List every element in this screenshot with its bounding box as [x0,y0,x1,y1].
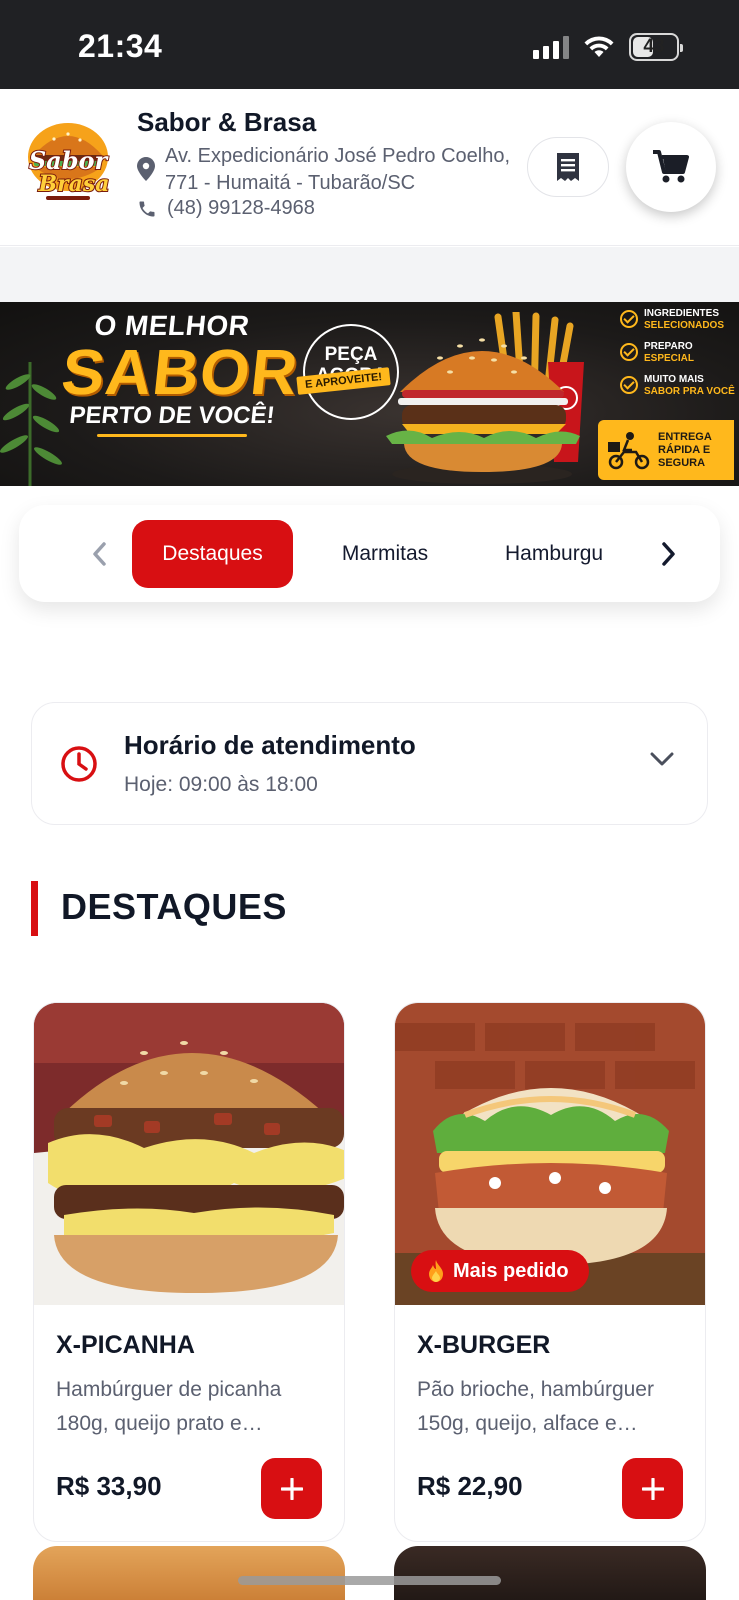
product-card[interactable]: X-PICANHA Hambúrguer de picanha 180g, qu… [33,1002,345,1542]
wifi-icon [584,36,614,57]
store-phone: (48) 99128-4968 [167,197,315,219]
feature-label: INGREDIENTES [644,308,720,319]
product-price: R$ 33,90 [56,1471,162,1501]
section-accent-bar [31,881,38,936]
fire-icon [429,1260,443,1282]
cart-button[interactable] [626,122,716,212]
category-tabs: Destaques Marmitas Hamburgu [19,505,720,602]
tabs-prev-button[interactable] [83,538,115,570]
cellular-signal-icon [533,35,569,59]
promo-banner[interactable]: O MELHOR SABOR PERTO DE VOCÊ! PEÇA AGORA… [0,302,739,486]
banner-feature: PREPARO ESPECIAL [620,341,738,365]
burger-image [386,312,584,484]
hours-today: Hoje: 09:00 às 18:00 [124,773,318,796]
banner-feature: INGREDIENTES SELECIONADOS [620,308,738,332]
plus-icon [280,1477,303,1500]
product-description: Pão brioche, hambúrguer 150g, queijo, al… [417,1378,654,1435]
delivery-scooter-icon [608,432,650,470]
check-icon [620,343,638,361]
check-icon [620,310,638,328]
product-description: Hambúrguer de picanha 180g, queijo prato… [56,1378,282,1435]
product-name: X-BURGER [417,1331,551,1359]
banner-feature: MUITO MAIS SABOR PRA VOCÊ [620,374,738,398]
banner-headline: O MELHOR SABOR PERTO DE VOCÊ! [58,310,302,437]
status-icons: 43 [533,33,683,61]
chevron-right-icon [662,542,675,566]
store-phone-row: (48) 99128-4968 [137,197,315,220]
svg-text:Brasa: Brasa [37,171,109,197]
menu-list-button[interactable] [527,137,609,197]
phone-icon [139,201,155,216]
location-pin-icon [137,157,155,181]
battery-level: 43 [643,36,665,57]
chevron-down-icon[interactable] [649,750,675,768]
store-address: Av. Expedicionário José Pedro Coelho, 77… [165,145,511,194]
tab-marmitas[interactable]: Marmitas [320,520,450,588]
chevron-left-icon [93,542,106,566]
banner-delivery: ENTREGA RÁPIDA E SEGURA [598,420,734,480]
clock-icon [61,746,97,782]
product-price: R$ 22,90 [417,1471,523,1501]
add-to-cart-button[interactable] [622,1458,683,1519]
store-logo: Sabor Brasa [28,123,111,200]
home-indicator[interactable] [238,1576,501,1585]
header-spacer [0,247,739,302]
most-ordered-badge: Mais pedido [411,1250,589,1292]
opening-hours-card[interactable]: Horário de atendimento Hoje: 09:00 às 18… [31,702,708,825]
product-name: X-PICANHA [56,1331,195,1359]
check-icon [620,376,638,394]
feature-highlight: SABOR PRA VOCÊ [644,386,735,397]
product-card-peek[interactable] [394,1546,706,1600]
tab-hamburgueres[interactable]: Hamburgu [505,520,609,588]
banner-features: INGREDIENTES SELECIONADOS PREPARO ESPECIAL… [620,308,738,407]
store-address-row: Av. Expedicionário José Pedro Coelho, 77… [137,143,517,197]
herb-decoration [0,362,62,486]
status-bar: 21:34 43 [0,0,739,89]
section-title: DESTAQUES [61,886,287,927]
delivery-text: ENTREGA RÁPIDA E SEGURA [658,430,712,469]
tab-destaques[interactable]: Destaques [132,520,293,588]
receipt-icon [557,153,579,181]
feature-highlight: SELECIONADOS [644,320,725,331]
product-card-peek[interactable] [33,1546,345,1600]
add-to-cart-button[interactable] [261,1458,322,1519]
feature-highlight: ESPECIAL [644,353,695,364]
banner-line3: PERTO DE VOCÊ! [68,402,276,429]
badge-label: Mais pedido [453,1259,569,1282]
feature-label: PREPARO [644,341,693,352]
banner-line2: SABOR [58,336,302,408]
plus-icon [641,1477,664,1500]
shopping-cart-icon [653,150,689,183]
product-image [34,1003,344,1305]
feature-label: MUITO MAIS [644,374,704,385]
status-time: 21:34 [78,28,163,64]
store-header: Sabor Brasa Sabor & Brasa Av. Expedicion… [0,89,739,246]
store-name: Sabor & Brasa [137,107,317,137]
tabs-next-button[interactable] [653,538,685,570]
battery-icon: 43 [629,33,683,61]
product-card[interactable]: Mais pedido X-BURGER Pão brioche, hambúr… [394,1002,706,1542]
hours-title: Horário de atendimento [124,730,416,760]
